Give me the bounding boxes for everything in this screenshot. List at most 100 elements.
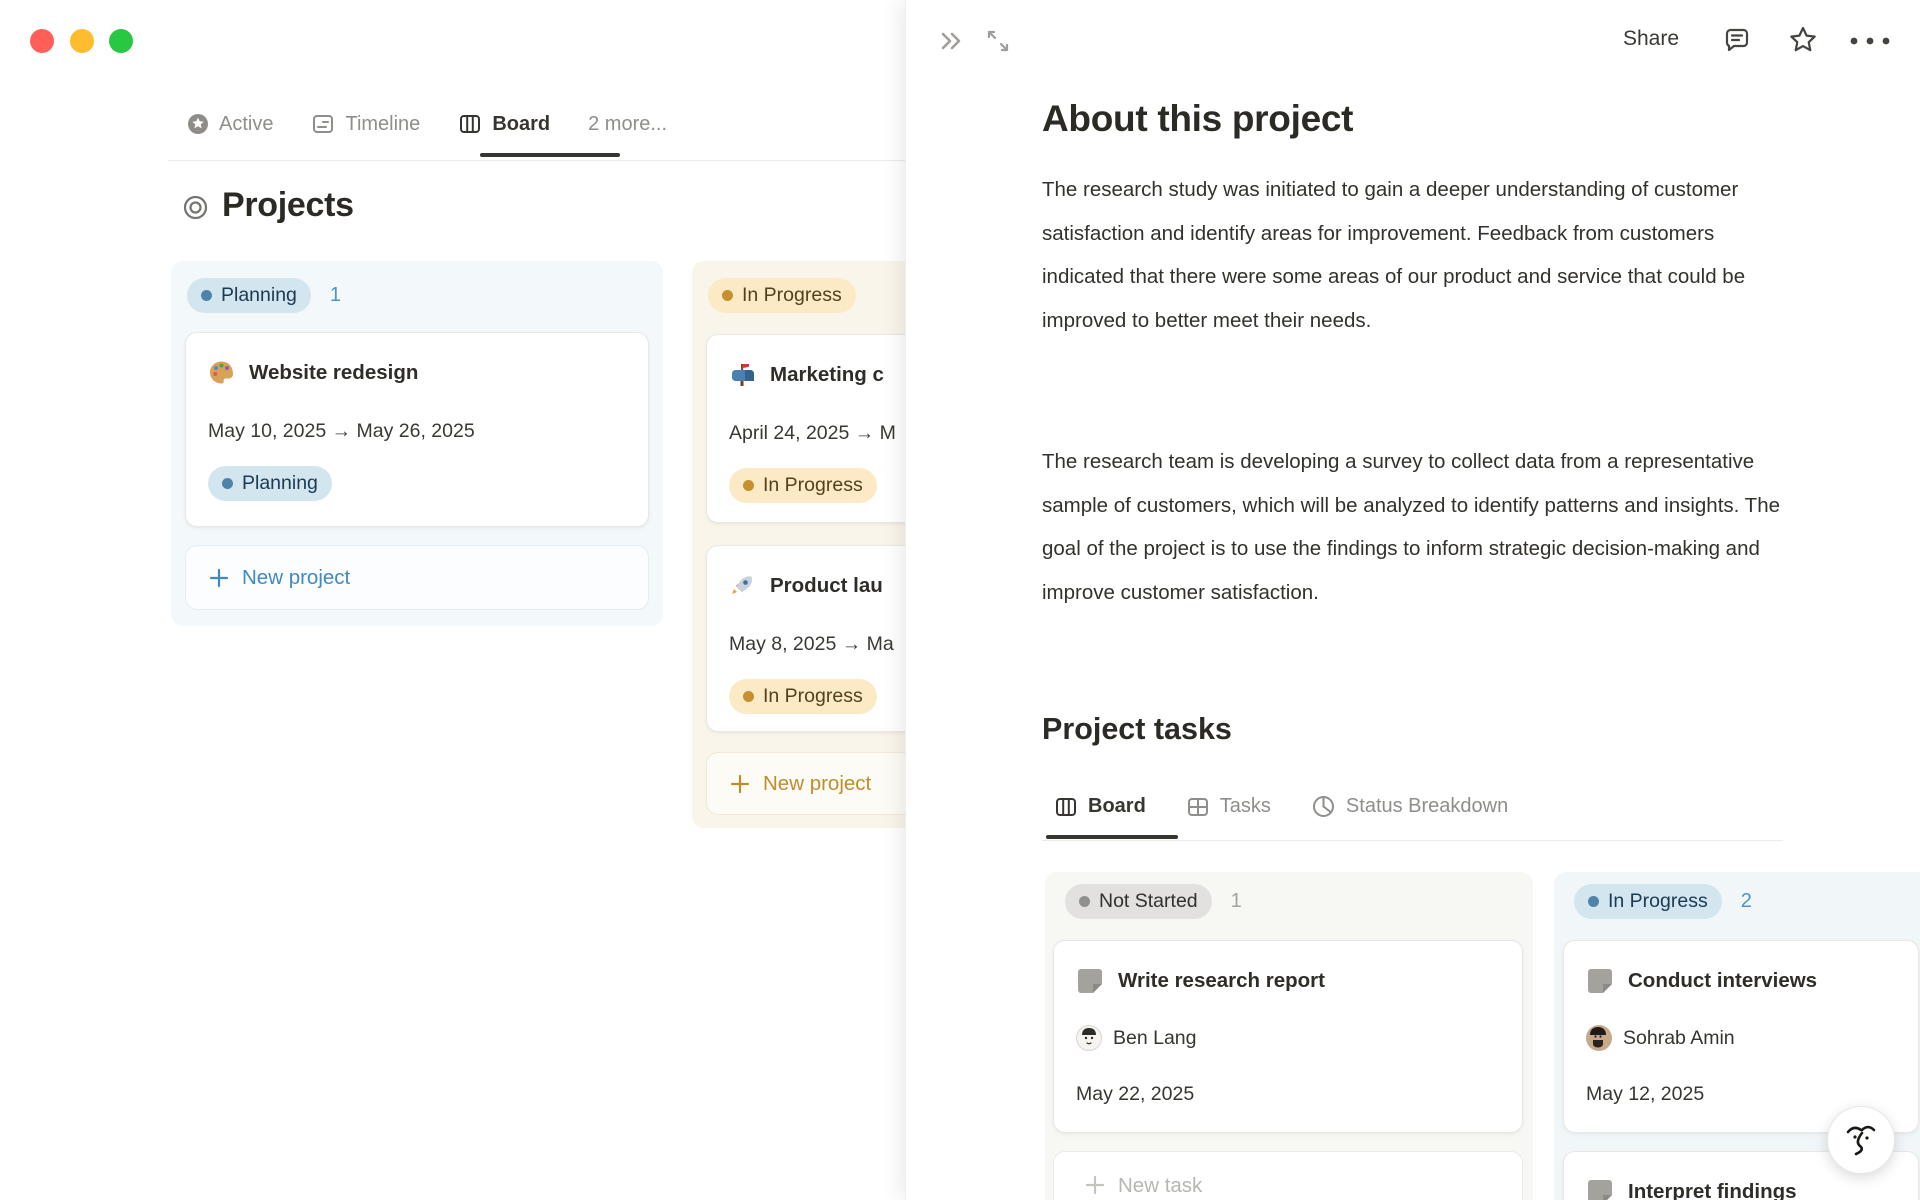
board-icon (1054, 795, 1078, 819)
database-view-tabs: Active Timeline Board 2 more... (187, 112, 667, 136)
plus-icon (729, 773, 751, 795)
tabs-divider (168, 160, 910, 161)
project-card-dates: May 10, 2025 → May 26, 2025 (208, 420, 475, 442)
plus-icon (1084, 1174, 1106, 1196)
avatar-ben-lang (1076, 1025, 1102, 1051)
rocket-icon (729, 572, 756, 599)
double-chevron-right-icon (941, 32, 961, 50)
column-planning-header[interactable]: Planning 1 (187, 278, 341, 313)
project-card-website-redesign[interactable]: Website redesign May 10, 2025 → May 26, … (185, 332, 649, 527)
tab-board-label: Board (492, 112, 551, 135)
project-card-status-tag: In Progress (729, 468, 877, 503)
column-not-started-header[interactable]: Not Started 1 (1065, 884, 1242, 919)
tab-status-breakdown[interactable]: Status Breakdown (1311, 794, 1508, 819)
table-icon (1186, 795, 1210, 819)
favorite-button[interactable] (1786, 23, 1820, 57)
task-due-date: May 12, 2025 (1586, 1083, 1705, 1105)
notion-window: Active Timeline Board 2 more... Projects… (0, 0, 1920, 1200)
about-paragraph-1: The research study was initiated to gain… (1042, 178, 1746, 332)
status-dot (722, 290, 733, 301)
notion-ai-face-icon (1846, 1125, 1876, 1156)
star-icon (1790, 26, 1816, 52)
notion-ai-button[interactable] (1827, 1106, 1895, 1174)
status-dot (1079, 896, 1090, 907)
panel-heading-about: About this project (1042, 98, 1354, 139)
task-card-title: Interpret findings (1628, 1180, 1797, 1200)
in-progress-status-badge: In Progress (1574, 884, 1722, 919)
side-peek-panel: Share About this project The research st… (905, 0, 1920, 1200)
project-card-status-tag: Planning (208, 466, 332, 501)
task-card-conduct-interviews[interactable]: Conduct interviews Sohrab Amin May 12, 2… (1563, 940, 1919, 1133)
column-not-started: Not Started 1 Write research report Ben … (1045, 872, 1533, 1200)
tasks-tabs-divider (1042, 840, 1783, 841)
board-icon (458, 112, 482, 136)
tab-status-breakdown-label: Status Breakdown (1345, 795, 1509, 817)
tab-board[interactable]: Board (458, 112, 550, 136)
close-side-peek-button[interactable] (936, 26, 966, 56)
tab-more[interactable]: 2 more... (588, 113, 667, 136)
target-icon (182, 194, 209, 221)
plus-icon (208, 567, 230, 589)
ellipsis-icon (1850, 37, 1890, 45)
tab-timeline-label: Timeline (345, 112, 421, 135)
mailbox-icon (729, 361, 756, 388)
task-card-title: Write research report (1118, 969, 1325, 992)
task-due-date: May 22, 2025 (1076, 1083, 1195, 1105)
task-assignee-name: Sohrab Amin (1623, 1026, 1735, 1049)
column-in-progress-header[interactable]: In Progress (708, 278, 856, 313)
page-title: Projects (222, 186, 354, 224)
new-task-label: New task (1118, 1174, 1203, 1197)
task-card-title: Conduct interviews (1628, 969, 1818, 992)
new-project-label: New project (763, 771, 872, 795)
project-card-title: Product lau (770, 573, 883, 597)
column-planning: Planning 1 Website redesign May 10, 2025… (171, 261, 663, 626)
new-task-button[interactable]: New task (1053, 1151, 1523, 1200)
expand-diagonal-icon (987, 30, 1009, 52)
tab-tasks-table-label: Tasks (1219, 795, 1271, 817)
tab-tasks-board[interactable]: Board (1054, 795, 1146, 819)
project-card-title: Marketing c (770, 362, 884, 386)
task-note-icon (1586, 1178, 1614, 1200)
tab-more-label: 2 more... (588, 112, 668, 135)
comments-button[interactable] (1722, 25, 1752, 55)
zoom-window-button[interactable] (109, 29, 133, 53)
planning-status-badge: Planning (187, 278, 311, 313)
more-options-button[interactable] (1848, 36, 1892, 46)
about-paragraph-2: The research team is developing a survey… (1042, 450, 1780, 604)
tab-tasks-board-label: Board (1088, 795, 1146, 817)
active-tab-underline (480, 153, 620, 157)
new-project-button-planning[interactable]: New project (185, 545, 649, 610)
status-dot (1588, 896, 1599, 907)
pie-chart-icon (1311, 794, 1336, 819)
status-dot (201, 290, 212, 301)
timeline-icon (311, 112, 335, 136)
not-started-status-badge: Not Started (1065, 884, 1212, 919)
task-note-icon (1586, 967, 1614, 995)
tasks-view-tabs: Board Tasks Status Breakdown (1054, 794, 1508, 819)
palette-icon (208, 359, 235, 386)
project-card-title: Website redesign (249, 360, 419, 384)
task-card-write-research-report[interactable]: Write research report Ben Lang May 22, 2… (1053, 940, 1523, 1133)
tab-active[interactable]: Active (187, 113, 273, 136)
expand-page-button[interactable] (983, 26, 1013, 56)
project-card-status-tag: In Progress (729, 679, 877, 714)
in-progress-count: 2 (1740, 890, 1752, 912)
comment-bubble-icon (1725, 28, 1749, 52)
tab-tasks-table[interactable]: Tasks (1186, 795, 1271, 819)
column-tasks-in-progress-header[interactable]: In Progress 2 (1574, 884, 1752, 919)
task-assignee-name: Ben Lang (1113, 1026, 1197, 1049)
in-progress-status-badge: In Progress (708, 278, 856, 313)
share-button[interactable]: Share (1623, 27, 1679, 51)
tab-timeline[interactable]: Timeline (311, 112, 420, 136)
close-window-button[interactable] (30, 29, 54, 53)
planning-count: 1 (329, 284, 342, 306)
task-note-icon (1076, 967, 1104, 995)
star-circle-icon (187, 113, 209, 135)
panel-heading-project-tasks: Project tasks (1042, 712, 1232, 746)
new-project-label: New project (242, 565, 351, 589)
not-started-count: 1 (1230, 890, 1242, 912)
tab-active-label: Active (219, 112, 274, 135)
active-tab-underline (1046, 835, 1178, 839)
minimize-window-button[interactable] (70, 29, 94, 53)
avatar-sohrab-amin (1586, 1025, 1612, 1051)
